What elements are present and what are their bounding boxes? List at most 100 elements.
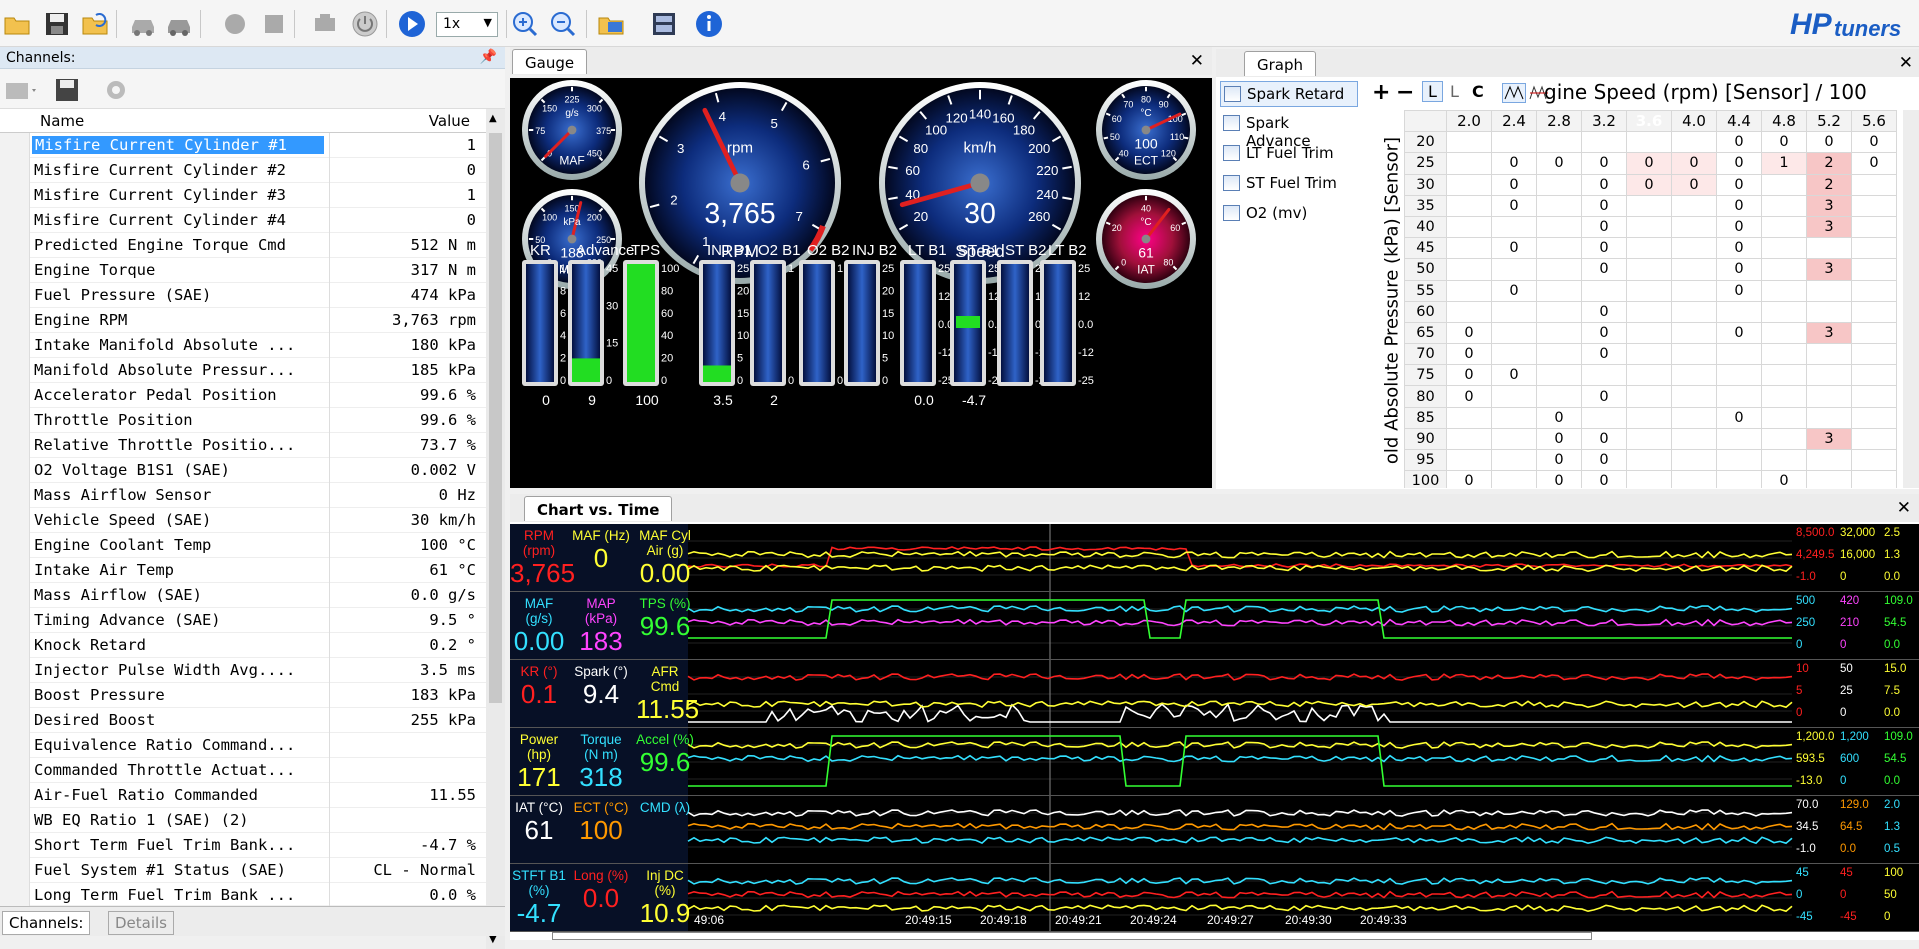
gear-icon[interactable]: [103, 77, 129, 103]
table-cell[interactable]: [1806, 406, 1852, 429]
channel-row[interactable]: O2 Voltage B1S1 (SAE) 0.002 V: [0, 458, 486, 483]
table-cell[interactable]: [1626, 427, 1672, 451]
table-cell[interactable]: 0: [1716, 406, 1762, 429]
channel-row[interactable]: Manifold Absolute Pressur... 185 kPa: [0, 358, 486, 383]
table-cell[interactable]: 0: [1581, 173, 1627, 196]
table-cell[interactable]: 0: [1581, 258, 1627, 281]
table-cell[interactable]: [1581, 364, 1627, 387]
tab-gauge[interactable]: Gauge: [512, 49, 588, 74]
channel-readout[interactable]: TPS (%) 99.6: [636, 596, 694, 642]
table-cell[interactable]: [1671, 406, 1717, 429]
playback-speed-select[interactable]: 1x ▼: [436, 12, 498, 37]
column-header[interactable]: 2.4: [1491, 110, 1537, 133]
channel-readout[interactable]: Spark (°) 9.4: [572, 664, 630, 710]
table-cell[interactable]: 0: [1536, 152, 1582, 175]
table-cell[interactable]: [1446, 406, 1492, 429]
table-cell[interactable]: [1716, 385, 1762, 408]
channel-readout[interactable]: ECT (°C) 100: [572, 800, 630, 846]
table-cell[interactable]: [1446, 215, 1492, 239]
column-header[interactable]: 4.8: [1761, 110, 1807, 133]
table-cell[interactable]: [1491, 215, 1537, 239]
column-header[interactable]: 2.8: [1536, 110, 1582, 133]
table-cell[interactable]: [1626, 215, 1672, 239]
table-cell[interactable]: [1761, 427, 1807, 451]
table-cell[interactable]: [1491, 406, 1537, 429]
table-cell[interactable]: [1716, 448, 1762, 472]
table-cell[interactable]: [1491, 448, 1537, 472]
table-cell[interactable]: [1536, 279, 1582, 302]
table-cell[interactable]: [1851, 427, 1897, 451]
table-cell[interactable]: [1626, 237, 1672, 260]
row-header[interactable]: 90: [1404, 427, 1447, 451]
table-cell[interactable]: [1851, 385, 1897, 408]
channel-row[interactable]: Intake Manifold Absolute ... 180 kPa: [0, 333, 486, 358]
table-cell[interactable]: [1536, 215, 1582, 239]
row-header[interactable]: 40: [1404, 215, 1447, 239]
column-name-header[interactable]: Name: [40, 112, 84, 130]
table-cell[interactable]: 2: [1806, 152, 1852, 175]
channel-readout[interactable]: RPM (rpm) 3,765: [510, 528, 575, 589]
table-cell[interactable]: [1851, 258, 1897, 281]
table-cell[interactable]: 0: [1446, 343, 1492, 366]
table-cell[interactable]: [1626, 364, 1672, 387]
table-cell[interactable]: [1671, 131, 1717, 154]
column-header[interactable]: 5.6: [1851, 110, 1897, 133]
table-cell[interactable]: [1446, 279, 1492, 302]
save-channels-icon[interactable]: [54, 77, 80, 103]
table-cell[interactable]: [1491, 321, 1537, 345]
subtract-button[interactable]: −: [1396, 80, 1414, 105]
table-cell[interactable]: 0: [1491, 173, 1537, 196]
channel-row[interactable]: Equivalence Ratio Command...: [0, 733, 486, 758]
table-cell[interactable]: [1491, 300, 1537, 323]
column-header[interactable]: 3.6: [1626, 110, 1672, 133]
table-cell[interactable]: 0: [1851, 152, 1897, 175]
column-header[interactable]: 2.0: [1446, 110, 1492, 133]
channel-row[interactable]: Predicted Engine Torque Cmd 512 N m: [0, 233, 486, 258]
table-cell[interactable]: [1446, 152, 1492, 175]
table-cell[interactable]: [1446, 258, 1492, 281]
table-cell[interactable]: 0: [1716, 215, 1762, 239]
table-cell[interactable]: 0: [1536, 427, 1582, 451]
open-recent-icon[interactable]: [80, 9, 110, 39]
table-cell[interactable]: [1761, 258, 1807, 281]
table-cell[interactable]: 0: [1536, 470, 1582, 488]
table-cell[interactable]: [1446, 131, 1492, 154]
table-cell[interactable]: [1851, 194, 1897, 217]
layout-icon[interactable]: [596, 9, 626, 39]
display-icon[interactable]: [649, 9, 679, 39]
table-cell[interactable]: [1851, 173, 1897, 196]
channel-row[interactable]: Misfire Current Cylinder #2 0: [0, 158, 486, 183]
histogram-icon[interactable]: [1502, 83, 1526, 103]
table-cell[interactable]: [1761, 173, 1807, 196]
table-cell[interactable]: [1626, 385, 1672, 408]
row-header[interactable]: 25: [1404, 152, 1447, 175]
table-cell[interactable]: [1851, 215, 1897, 239]
table-cell[interactable]: [1761, 448, 1807, 472]
tab-chart-vs-time[interactable]: Chart vs. Time: [524, 496, 673, 521]
row-header[interactable]: 80: [1404, 385, 1447, 408]
channel-row[interactable]: Knock Retard 0.2 °: [0, 633, 486, 658]
table-cell[interactable]: [1851, 364, 1897, 387]
table-cell[interactable]: 0: [1716, 173, 1762, 196]
column-header[interactable]: 3.2: [1581, 110, 1627, 133]
table-cell[interactable]: [1671, 215, 1717, 239]
table-cell[interactable]: [1671, 194, 1717, 217]
table-cell[interactable]: [1761, 364, 1807, 387]
chart-time-scrollbar[interactable]: [552, 932, 1592, 940]
channel-row[interactable]: Vehicle Speed (SAE) 30 km/h: [0, 508, 486, 533]
table-cell[interactable]: [1806, 237, 1852, 260]
info-icon[interactable]: [694, 9, 724, 39]
power-icon[interactable]: [350, 9, 380, 39]
table-cell[interactable]: 0: [1716, 131, 1762, 154]
channel-row[interactable]: Air-Fuel Ratio Commanded 11.55: [0, 783, 486, 808]
row-header[interactable]: 75: [1404, 364, 1447, 387]
table-cell[interactable]: [1446, 237, 1492, 260]
table-cell[interactable]: 0: [1581, 321, 1627, 345]
close-gauge-icon[interactable]: ✕: [1190, 51, 1204, 71]
graph-item[interactable]: ST Fuel Trim: [1220, 171, 1358, 197]
channel-row[interactable]: Mass Airflow (SAE) 0.0 g/s: [0, 583, 486, 608]
row-header[interactable]: 55: [1404, 279, 1447, 302]
table-cell[interactable]: [1536, 343, 1582, 366]
table-cell[interactable]: [1716, 364, 1762, 387]
channel-row[interactable]: Fuel System #1 Status (SAE) CL - Normal: [0, 858, 486, 883]
